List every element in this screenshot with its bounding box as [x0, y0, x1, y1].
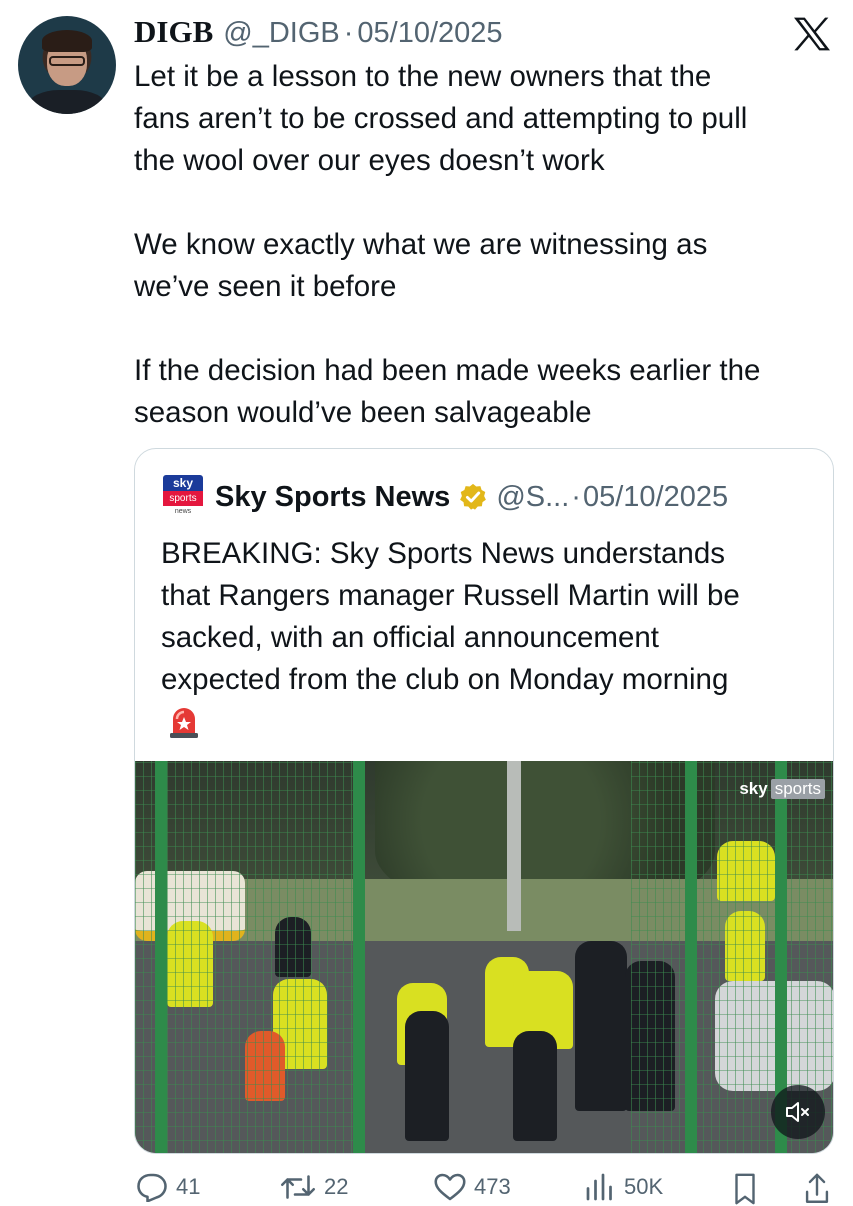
analytics-icon [586, 1173, 612, 1201]
author-avatar[interactable] [18, 16, 116, 114]
share-icon [805, 1173, 829, 1203]
police-officer [513, 1031, 557, 1141]
repost-button[interactable]: 22 [278, 1172, 348, 1202]
views-count: 50K [624, 1174, 664, 1199]
speaker-muted-icon [786, 1102, 809, 1122]
lamp-post [507, 761, 521, 931]
like-button[interactable]: 473 [432, 1172, 511, 1202]
bookmark-button[interactable] [730, 1172, 766, 1206]
logo-sports-text: sports [163, 491, 203, 506]
avatar-glasses [49, 56, 85, 66]
quoted-author-handle[interactable]: @S... [496, 481, 569, 514]
avatar-shirt [28, 90, 106, 114]
repost-count: 22 [324, 1174, 349, 1199]
watermark-sports: sports [770, 779, 825, 799]
fan [575, 941, 627, 1111]
x-logo-icon [794, 17, 830, 51]
quoted-tweet-date[interactable]: 05/10/2025 [583, 481, 728, 514]
reply-icon [137, 1173, 167, 1202]
tweet-action-bar: 41 22 473 50K [134, 1166, 853, 1206]
verified-gold-badge-icon [460, 483, 487, 510]
sky-sports-watermark: sky sports [739, 777, 825, 801]
repost-icon [280, 1175, 316, 1199]
fence-post [685, 761, 697, 1153]
quoted-author-name[interactable]: Sky Sports News [215, 481, 450, 514]
quoted-header-separator: · [571, 480, 581, 513]
like-count: 473 [474, 1174, 511, 1199]
news-video-thumbnail[interactable]: sky sports [135, 761, 833, 1153]
fence-mesh [135, 761, 365, 1153]
author-name[interactable]: DIGB [134, 14, 213, 50]
avatar-hair [42, 30, 92, 52]
quoted-tweet-card[interactable]: sky sports news Sky Sports News @S... · … [134, 448, 834, 1154]
fence-post [155, 761, 167, 1153]
tweet-header: DIGB @_DIGB · 05/10/2025 [134, 14, 503, 50]
fan [405, 1011, 449, 1141]
heart-icon [434, 1173, 466, 1201]
mute-button[interactable] [771, 1085, 825, 1139]
author-handle[interactable]: @_DIGB [223, 17, 339, 50]
header-separator: · [343, 17, 354, 49]
share-button[interactable] [802, 1172, 838, 1206]
views-button[interactable]: 50K [582, 1172, 663, 1202]
quoted-tweet-header: sky sports news Sky Sports News @S... · … [161, 475, 728, 519]
sky-sports-news-logo[interactable]: sky sports news [161, 475, 205, 519]
tweet-date[interactable]: 05/10/2025 [357, 17, 502, 50]
quoted-tweet-text: BREAKING: Sky Sports News understands th… [161, 537, 740, 696]
bookmark-icon [735, 1173, 755, 1205]
logo-sky-text: sky [163, 475, 203, 491]
logo-news-text: news [174, 508, 192, 515]
reply-count: 41 [176, 1174, 201, 1199]
watermark-sky: sky [739, 779, 768, 798]
fence-post [353, 761, 365, 1153]
reply-button[interactable]: 41 [134, 1172, 200, 1202]
police-siren-icon [170, 708, 198, 738]
tweet-text: Let it be a lesson to the new owners tha… [134, 60, 761, 429]
